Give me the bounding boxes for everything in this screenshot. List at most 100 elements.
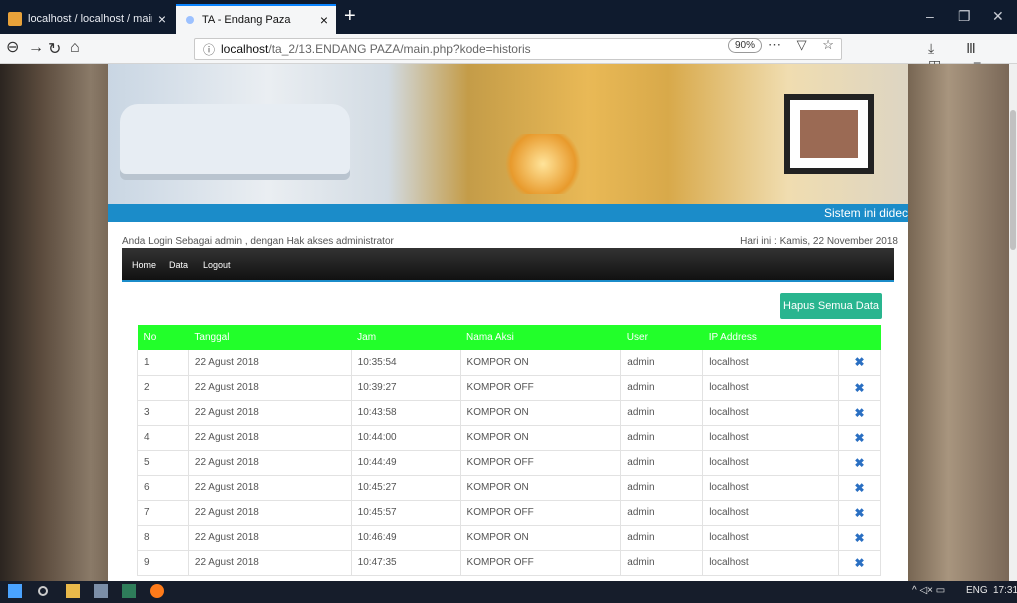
cell-ip-address: localhost xyxy=(702,550,839,576)
back-button[interactable]: ⊖ xyxy=(6,37,19,57)
delete-row-icon[interactable]: ✖ xyxy=(838,550,881,576)
delete-row-icon[interactable]: ✖ xyxy=(838,425,881,451)
cell-ip-address: localhost xyxy=(702,500,839,526)
page-viewport: Sistem ini didec Anda Login Sebagai admi… xyxy=(0,64,1009,581)
cell-tanggal: 22 Agust 2018 xyxy=(188,525,352,551)
close-tab-icon[interactable]: × xyxy=(320,12,328,28)
banner-frame-image xyxy=(784,94,874,174)
search-icon[interactable] xyxy=(38,586,48,596)
minimize-icon[interactable]: – xyxy=(926,8,934,24)
tray-icons[interactable]: ^ ◁× ▭ xyxy=(912,585,945,596)
cell-tanggal: 22 Agust 2018 xyxy=(188,450,352,476)
marquee-bar: Sistem ini didec xyxy=(108,204,908,222)
cell-user: admin xyxy=(620,550,704,576)
tab-phpmyadmin[interactable]: localhost / localhost / maindb × xyxy=(0,4,174,34)
table-row: 9 22 Agust 2018 10:47:35 KOMPOR OFF admin loc… xyxy=(137,550,881,576)
cell-tanggal: 22 Agust 2018 xyxy=(188,475,352,501)
session-row: Anda Login Sebagai admin , dengan Hak ak… xyxy=(122,236,898,247)
cell-tanggal: 22 Agust 2018 xyxy=(188,550,352,576)
app-icon[interactable] xyxy=(94,584,108,598)
cell-nama-aksi: KOMPOR OFF xyxy=(460,375,622,401)
cell-nama-aksi: KOMPOR ON xyxy=(460,425,622,451)
cell-no: 8 xyxy=(137,525,189,551)
table-row: 4 22 Agust 2018 10:44:00 KOMPOR ON admin loca… xyxy=(137,425,881,451)
table-row: 3 22 Agust 2018 10:43:58 KOMPOR ON admin loca… xyxy=(137,400,881,426)
scrollbar-thumb[interactable] xyxy=(1010,110,1016,250)
cell-ip-address: localhost xyxy=(702,350,839,376)
cell-nama-aksi: KOMPOR ON xyxy=(460,350,622,376)
cell-no: 5 xyxy=(137,450,189,476)
cell-user: admin xyxy=(620,525,704,551)
delete-row-icon[interactable]: ✖ xyxy=(838,450,881,476)
tab-active[interactable]: TA - Endang Paza × xyxy=(176,4,336,34)
banner-lamp-image xyxy=(498,134,588,194)
close-tab-icon[interactable]: × xyxy=(158,11,166,27)
zoom-indicator[interactable]: 90% xyxy=(728,38,763,53)
delete-row-icon[interactable]: ✖ xyxy=(838,500,881,526)
cell-tanggal: 22 Agust 2018 xyxy=(188,400,352,426)
cell-jam: 10:46:49 xyxy=(351,525,461,551)
reload-button[interactable]: ↻ xyxy=(48,39,61,59)
cell-ip-address: localhost xyxy=(702,475,839,501)
delete-row-icon[interactable]: ✖ xyxy=(838,350,881,376)
cell-user: admin xyxy=(620,400,704,426)
cell-tanggal: 22 Agust 2018 xyxy=(188,500,352,526)
page-icon xyxy=(186,16,194,24)
close-window-icon[interactable]: ✕ xyxy=(992,8,1004,25)
table-body: 1 22 Agust 2018 10:35:54 KOMPOR ON admin loca… xyxy=(137,350,881,576)
page-actions[interactable]: ⋯ ▽ ☆ xyxy=(768,37,840,53)
table-row: 6 22 Agust 2018 10:45:27 KOMPOR ON admin loca… xyxy=(137,475,881,501)
delete-all-button[interactable]: Hapus Semua Data xyxy=(780,293,882,319)
cell-no: 7 xyxy=(137,500,189,526)
col-action xyxy=(838,325,881,350)
windows-start-icon[interactable] xyxy=(8,584,22,598)
forward-button[interactable]: → xyxy=(28,39,44,57)
table-header-row: No Tanggal Jam Nama Aksi User IP Address xyxy=(137,325,881,350)
menu-home[interactable]: Home xyxy=(132,260,156,270)
cell-tanggal: 22 Agust 2018 xyxy=(188,375,352,401)
page-container: Sistem ini didec Anda Login Sebagai admi… xyxy=(108,64,908,581)
title-bar: localhost / localhost / maindb × TA - En… xyxy=(0,0,1017,34)
file-explorer-icon[interactable] xyxy=(66,584,80,598)
col-ip-address: IP Address xyxy=(702,325,839,350)
tray-language[interactable]: ENG xyxy=(966,585,988,596)
cell-ip-address: localhost xyxy=(702,450,839,476)
col-tanggal: Tanggal xyxy=(188,325,352,350)
cell-user: admin xyxy=(620,350,704,376)
delete-row-icon[interactable]: ✖ xyxy=(838,375,881,401)
delete-row-icon[interactable]: ✖ xyxy=(838,400,881,426)
new-tab-button[interactable]: + xyxy=(344,5,356,28)
menu-logout[interactable]: Logout xyxy=(203,260,231,270)
cell-no: 6 xyxy=(137,475,189,501)
cell-jam: 10:45:57 xyxy=(351,500,461,526)
cell-jam: 10:47:35 xyxy=(351,550,461,576)
cell-no: 4 xyxy=(137,425,189,451)
cell-nama-aksi: KOMPOR OFF xyxy=(460,450,622,476)
store-icon[interactable] xyxy=(122,584,136,598)
banner-sofa-image xyxy=(120,104,350,174)
cell-jam: 10:35:54 xyxy=(351,350,461,376)
url-path: /ta_2/13.ENDANG PAZA/main.php?kode=histo… xyxy=(268,42,531,56)
login-info: Anda Login Sebagai admin , dengan Hak ak… xyxy=(122,236,394,247)
firefox-icon[interactable] xyxy=(150,584,164,598)
cell-user: admin xyxy=(620,375,704,401)
cell-user: admin xyxy=(620,500,704,526)
cell-nama-aksi: KOMPOR ON xyxy=(460,525,622,551)
cell-nama-aksi: KOMPOR OFF xyxy=(460,500,622,526)
col-jam: Jam xyxy=(351,325,461,350)
cell-jam: 10:45:27 xyxy=(351,475,461,501)
cell-no: 9 xyxy=(137,550,189,576)
home-button[interactable]: ⌂ xyxy=(70,39,80,57)
cell-nama-aksi: KOMPOR ON xyxy=(460,475,622,501)
tray-clock[interactable]: 17:31 xyxy=(993,585,1017,596)
table-row: 2 22 Agust 2018 10:39:27 KOMPOR OFF admin loc… xyxy=(137,375,881,401)
main-menu: Home Data Logout xyxy=(122,248,894,282)
menu-data[interactable]: Data xyxy=(169,260,188,270)
restore-icon[interactable]: ❐ xyxy=(958,8,971,25)
nav-bar: ⊖ → ↻ ⌂ ⓘ localhost/ta_2/13.ENDANG PAZA/… xyxy=(0,34,1017,73)
windows-taskbar: ^ ◁× ▭ ENG 17:31 xyxy=(0,581,1017,603)
info-icon[interactable]: ⓘ xyxy=(203,41,215,58)
delete-row-icon[interactable]: ✖ xyxy=(838,475,881,501)
cell-no: 3 xyxy=(137,400,189,426)
delete-row-icon[interactable]: ✖ xyxy=(838,525,881,551)
